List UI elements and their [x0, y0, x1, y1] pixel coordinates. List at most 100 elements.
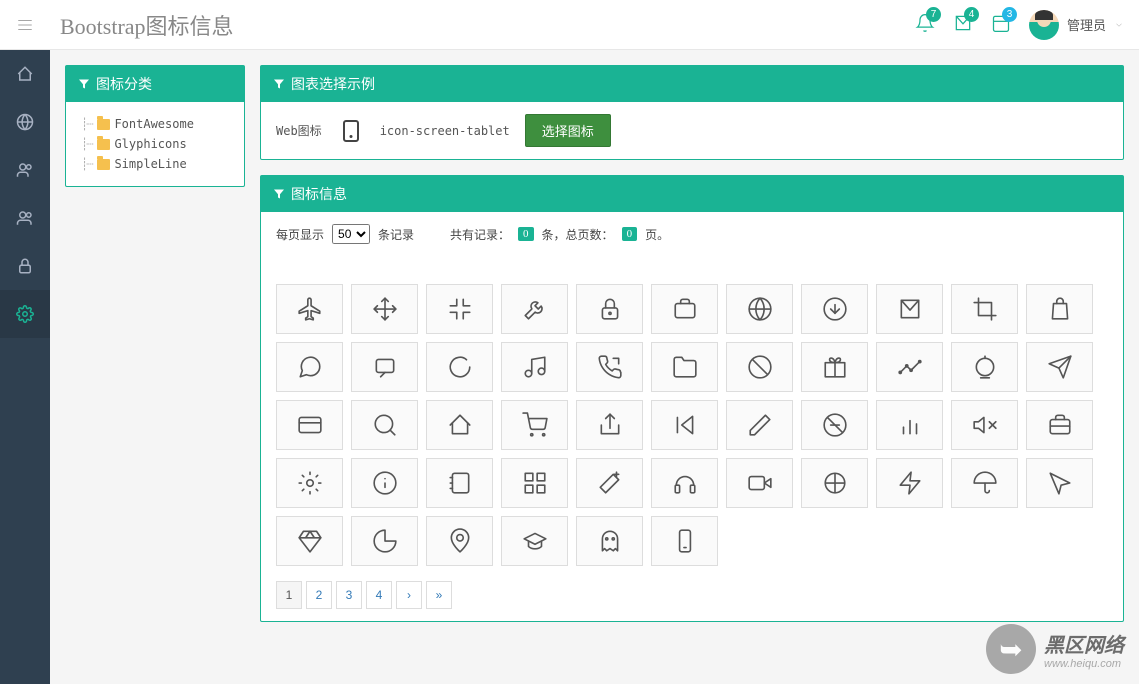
compress-icon[interactable] [426, 284, 493, 334]
info-panel: 图标信息 每页显示 50 条记录 共有记录： 0 条，总页数： 0 页。 123… [260, 175, 1124, 622]
info-icon[interactable] [351, 458, 418, 508]
ban-icon[interactable] [726, 342, 793, 392]
video-icon[interactable] [726, 458, 793, 508]
tree-item[interactable]: Glyphicons [81, 134, 229, 154]
filter-icon [78, 78, 90, 90]
record-info-row: 每页显示 50 条记录 共有记录： 0 条，总页数： 0 页。 [276, 224, 1108, 244]
total-mid: 条，总页数： [542, 226, 614, 243]
target-icon[interactable] [801, 458, 868, 508]
graduation-icon[interactable] [501, 516, 568, 566]
music-icon[interactable] [501, 342, 568, 392]
pencil-icon[interactable] [726, 400, 793, 450]
download-icon[interactable] [801, 284, 868, 334]
hamburger-button[interactable] [0, 0, 50, 50]
plane-icon[interactable] [276, 284, 343, 334]
comment-icon[interactable] [276, 342, 343, 392]
folder-icon[interactable] [651, 342, 718, 392]
notebook-icon[interactable] [426, 458, 493, 508]
folder-icon [97, 119, 110, 130]
pie-icon[interactable] [351, 516, 418, 566]
example-icon-code: icon-screen-tablet [380, 124, 510, 138]
cursor-icon[interactable] [1026, 458, 1093, 508]
page-1[interactable]: 1 [276, 581, 302, 609]
example-label: Web图标 [276, 122, 322, 139]
watermark-main: 黑区网络 [1044, 629, 1124, 658]
main-content: 图标分类 FontAwesomeGlyphiconsSimpleLine 图表选… [50, 50, 1139, 684]
example-panel: 图表选择示例 Web图标 icon-screen-tablet 选择图标 [260, 65, 1124, 160]
nav-lock[interactable] [0, 242, 50, 290]
home-icon[interactable] [426, 400, 493, 450]
calendar-icon[interactable]: 3 [991, 13, 1011, 36]
chart-line-icon[interactable] [876, 342, 943, 392]
gear-icon[interactable] [276, 458, 343, 508]
page-last[interactable]: » [426, 581, 452, 609]
tree-item[interactable]: FontAwesome [81, 114, 229, 134]
bolt-icon[interactable] [876, 458, 943, 508]
phone-device-icon[interactable] [651, 516, 718, 566]
lock-icon[interactable] [576, 284, 643, 334]
briefcase-icon[interactable] [651, 284, 718, 334]
magic-wand-icon[interactable] [576, 458, 643, 508]
topbar-right: 7 4 3 管理员 [915, 10, 1124, 40]
page-title: Bootstrap图标信息 [60, 9, 234, 41]
phone-icon[interactable] [576, 342, 643, 392]
page-4[interactable]: 4 [366, 581, 392, 609]
pagination: 1234›» [276, 581, 1108, 609]
panel-title: 图标分类 [96, 74, 152, 94]
tree-item[interactable]: SimpleLine [81, 154, 229, 174]
per-page-label: 每页显示 [276, 226, 324, 243]
user-label: 管理员 [1067, 15, 1106, 34]
crop-icon[interactable] [951, 284, 1018, 334]
tree-body: FontAwesomeGlyphiconsSimpleLine [66, 102, 244, 186]
folder-icon [97, 159, 110, 170]
nav-globe[interactable] [0, 98, 50, 146]
mail-icon[interactable]: 4 [953, 13, 973, 36]
total-label: 共有记录： [450, 226, 510, 243]
chevron-down-icon [1114, 20, 1124, 30]
suitcase-icon[interactable] [1026, 400, 1093, 450]
prev-icon[interactable] [651, 400, 718, 450]
paper-plane-icon[interactable] [1026, 342, 1093, 392]
location-icon[interactable] [426, 516, 493, 566]
grid-icon[interactable] [501, 458, 568, 508]
envelope-icon[interactable] [876, 284, 943, 334]
arrows-icon[interactable] [351, 284, 418, 334]
nav-users[interactable] [0, 146, 50, 194]
headset-icon[interactable] [651, 458, 718, 508]
umbrella-icon[interactable] [951, 458, 1018, 508]
notification-badge: 7 [926, 7, 941, 22]
icon-grid [276, 284, 1108, 566]
no-smoking-icon[interactable] [801, 400, 868, 450]
avatar [1029, 10, 1059, 40]
search-icon[interactable] [351, 400, 418, 450]
user-menu[interactable]: 管理员 [1029, 10, 1124, 40]
top-bar: Bootstrap图标信息 7 4 3 管理员 [0, 0, 1139, 50]
diamond-icon[interactable] [276, 516, 343, 566]
panel-header: 图标分类 [66, 66, 244, 102]
page-3[interactable]: 3 [336, 581, 362, 609]
bell-icon[interactable]: 7 [915, 13, 935, 36]
bar-chart-icon[interactable] [876, 400, 943, 450]
trophy-icon[interactable] [951, 342, 1018, 392]
notification-badge: 4 [964, 7, 979, 22]
gift-icon[interactable] [801, 342, 868, 392]
globe-icon[interactable] [726, 284, 793, 334]
page-2[interactable]: 2 [306, 581, 332, 609]
per-page-select[interactable]: 50 [332, 224, 370, 244]
nav-settings[interactable] [0, 290, 50, 338]
nav-home[interactable] [0, 50, 50, 98]
nav-group[interactable] [0, 194, 50, 242]
folder-icon [97, 139, 110, 150]
wrench-icon[interactable] [501, 284, 568, 334]
select-icon-button[interactable]: 选择图标 [525, 114, 611, 147]
page-next[interactable]: › [396, 581, 422, 609]
share-icon[interactable] [576, 400, 643, 450]
credit-card-icon[interactable] [276, 400, 343, 450]
ghost-icon[interactable] [576, 516, 643, 566]
cart-icon[interactable] [501, 400, 568, 450]
mute-icon[interactable] [951, 400, 1018, 450]
loop-icon[interactable] [351, 342, 418, 392]
bag-icon[interactable] [1026, 284, 1093, 334]
refresh-icon[interactable] [426, 342, 493, 392]
per-page-suffix: 条记录 [378, 226, 414, 243]
